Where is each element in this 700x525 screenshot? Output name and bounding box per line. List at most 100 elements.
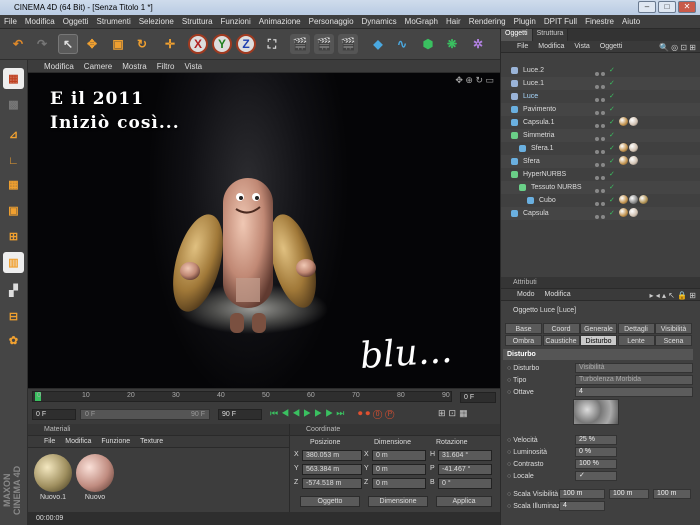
- timeline-ruler[interactable]: 0 10 20 30 40 50 60 70 80 90: [32, 391, 452, 402]
- material-thumbnail-2[interactable]: [76, 454, 114, 492]
- enabled-check-icon[interactable]: ✓: [609, 116, 615, 129]
- menu-item-finestre[interactable]: Finestre: [585, 17, 614, 26]
- menu-item-personaggio[interactable]: Personaggio: [309, 17, 354, 26]
- keyframe-options-icons[interactable]: ⊞⊡▦: [438, 408, 471, 419]
- nurbs-icon[interactable]: ⬢: [418, 34, 438, 54]
- cube-primitive-icon[interactable]: ◆: [368, 34, 388, 54]
- menu-item-dpit-full[interactable]: DPIT Full: [544, 17, 577, 26]
- object-row-capsula[interactable]: Capsula ✓: [501, 207, 700, 220]
- attr-value-contrasto[interactable]: 100 %: [575, 459, 617, 469]
- enabled-check-icon[interactable]: ✓: [609, 90, 615, 103]
- attribute-tab-disturbo[interactable]: Disturbo: [580, 335, 617, 346]
- viewport-menu-filtro[interactable]: Filtro: [157, 62, 175, 71]
- object-row-hypernurbs[interactable]: HyperNURBS ✓: [501, 168, 700, 181]
- object-row-sfera-1[interactable]: Sfera.1 ✓: [501, 142, 700, 155]
- coordinate-mode-select[interactable]: Oggetto: [300, 496, 360, 507]
- attribute-tab-dettagli[interactable]: Dettagli: [617, 323, 655, 334]
- menu-item-file[interactable]: File: [4, 17, 17, 26]
- enabled-check-icon[interactable]: ✓: [609, 168, 615, 181]
- record-key-icons[interactable]: ⏺⏺⓪Ⓟ: [358, 408, 397, 419]
- enabled-check-icon[interactable]: ✓: [609, 194, 615, 207]
- menu-item-selezione[interactable]: Selezione: [139, 17, 174, 26]
- close-button[interactable]: ✕: [678, 1, 696, 13]
- enabled-check-icon[interactable]: ✓: [609, 77, 615, 90]
- material-tag-icon[interactable]: [619, 208, 628, 217]
- menu-item-modifica[interactable]: Modifica: [25, 17, 55, 26]
- enabled-check-icon[interactable]: ✓: [609, 129, 615, 142]
- object-menu-file[interactable]: File: [517, 43, 528, 50]
- attr-value-scala-visibilità[interactable]: 100 m: [559, 489, 605, 499]
- end-frame-field[interactable]: 90 F: [218, 409, 262, 420]
- object-row-simmetria[interactable]: Simmetria ✓: [501, 129, 700, 142]
- object-tags[interactable]: [619, 156, 639, 165]
- render-view-icon[interactable]: 🎬: [290, 34, 310, 54]
- object-row-capsula-1[interactable]: Capsula.1 ✓: [501, 116, 700, 129]
- tab-struttura[interactable]: Struttura: [532, 29, 569, 41]
- attribute-tab-base[interactable]: Base: [505, 323, 542, 334]
- attr-value-2[interactable]: 100 m: [609, 489, 649, 499]
- enabled-check-icon[interactable]: ✓: [609, 142, 615, 155]
- menu-item-dynamics[interactable]: Dynamics: [362, 17, 397, 26]
- position-z-field[interactable]: -574.518 m: [302, 478, 362, 489]
- materials-menu-funzione[interactable]: Funzione: [101, 438, 130, 445]
- menu-item-mograph[interactable]: MoGraph: [405, 17, 438, 26]
- object-row-pavimento[interactable]: Pavimento ✓: [501, 103, 700, 116]
- menu-item-plugin[interactable]: Plugin: [514, 17, 536, 26]
- y-axis-button[interactable]: Y: [212, 34, 232, 54]
- attribute-tab-caustiche[interactable]: Caustiche: [542, 335, 580, 346]
- object-row-luce[interactable]: Luce ✓: [501, 90, 700, 103]
- maximize-button[interactable]: □: [658, 1, 676, 13]
- select-cursor-icon[interactable]: ↖: [58, 34, 78, 54]
- viewport-menu-mostra[interactable]: Mostra: [122, 62, 146, 71]
- enabled-check-icon[interactable]: ✓: [609, 64, 615, 77]
- dimension-z-field[interactable]: 0 m: [372, 478, 426, 489]
- menu-item-aiuto[interactable]: Aiuto: [622, 17, 640, 26]
- object-manager-search-icons[interactable]: 🔍 ◎ ⊡ ⊞: [659, 43, 696, 52]
- menu-item-struttura[interactable]: Struttura: [182, 17, 213, 26]
- model-mode-icon[interactable]: ▦: [3, 68, 24, 89]
- position-y-field[interactable]: 563.384 m: [302, 464, 362, 475]
- material-tag-icon[interactable]: [619, 156, 628, 165]
- object-tags[interactable]: [619, 208, 639, 217]
- render-to-picture-viewer-icon[interactable]: 🎬: [338, 34, 358, 54]
- materials-menu-modifica[interactable]: Modifica: [65, 438, 91, 445]
- attribute-tab-generale[interactable]: Generale: [580, 323, 617, 334]
- menu-item-hair[interactable]: Hair: [446, 17, 461, 26]
- rotation-h-field[interactable]: 31.604 °: [438, 450, 492, 461]
- dimension-mode-select[interactable]: Dimensione: [368, 496, 428, 507]
- coordinate-system-icon[interactable]: ⛶: [262, 34, 282, 54]
- spline-icon[interactable]: ∿: [392, 34, 412, 54]
- enabled-check-icon[interactable]: ✓: [609, 103, 615, 116]
- attribute-menu-modifica[interactable]: Modifica: [545, 291, 571, 298]
- object-menu-oggetti[interactable]: Oggetti: [600, 43, 623, 50]
- attr-value-disturbo[interactable]: Visibilità: [575, 363, 693, 373]
- attr-value-scala-illuminazione[interactable]: 4: [559, 501, 605, 511]
- edges-mode-icon[interactable]: ▦: [3, 174, 24, 195]
- range-slider[interactable]: 0 F 90 F: [80, 409, 210, 420]
- menu-item-animazione[interactable]: Animazione: [259, 17, 301, 26]
- material-tag-icon[interactable]: [619, 143, 628, 152]
- object-tags[interactable]: [619, 195, 649, 204]
- object-menu-vista[interactable]: Vista: [574, 43, 589, 50]
- material-tag-icon[interactable]: [629, 117, 638, 126]
- uv-points-icon[interactable]: ⊞: [3, 226, 24, 247]
- deformer-icon[interactable]: ✲: [468, 34, 488, 54]
- object-tags[interactable]: [619, 117, 639, 126]
- texture-mode-icon[interactable]: ▩: [3, 94, 24, 115]
- dimension-x-field[interactable]: 0 m: [372, 450, 426, 461]
- object-row-luce-1[interactable]: Luce.1 ✓: [501, 77, 700, 90]
- playback-controls[interactable]: ⏮◀◀▶▶▶⏭: [270, 408, 347, 419]
- scale-icon[interactable]: ▣: [108, 34, 128, 54]
- viewport-menu-camere[interactable]: Camere: [84, 62, 112, 71]
- checker-icon[interactable]: ▞: [3, 280, 24, 301]
- viewport-nav-icons[interactable]: ✥ ⊕ ↻ ▭: [455, 75, 494, 86]
- material-tag-icon[interactable]: [619, 195, 628, 204]
- attribute-tab-lente[interactable]: Lente: [617, 335, 655, 346]
- attr-value-ottave[interactable]: 4: [575, 387, 693, 397]
- material-tag-icon[interactable]: [629, 143, 638, 152]
- attribute-tab-scena[interactable]: Scena: [655, 335, 692, 346]
- tab-oggetti[interactable]: Oggetti: [501, 29, 533, 41]
- apply-button[interactable]: Applica: [436, 496, 492, 507]
- menu-item-strumenti[interactable]: Strumenti: [96, 17, 130, 26]
- snap-icon[interactable]: ✿: [3, 330, 24, 351]
